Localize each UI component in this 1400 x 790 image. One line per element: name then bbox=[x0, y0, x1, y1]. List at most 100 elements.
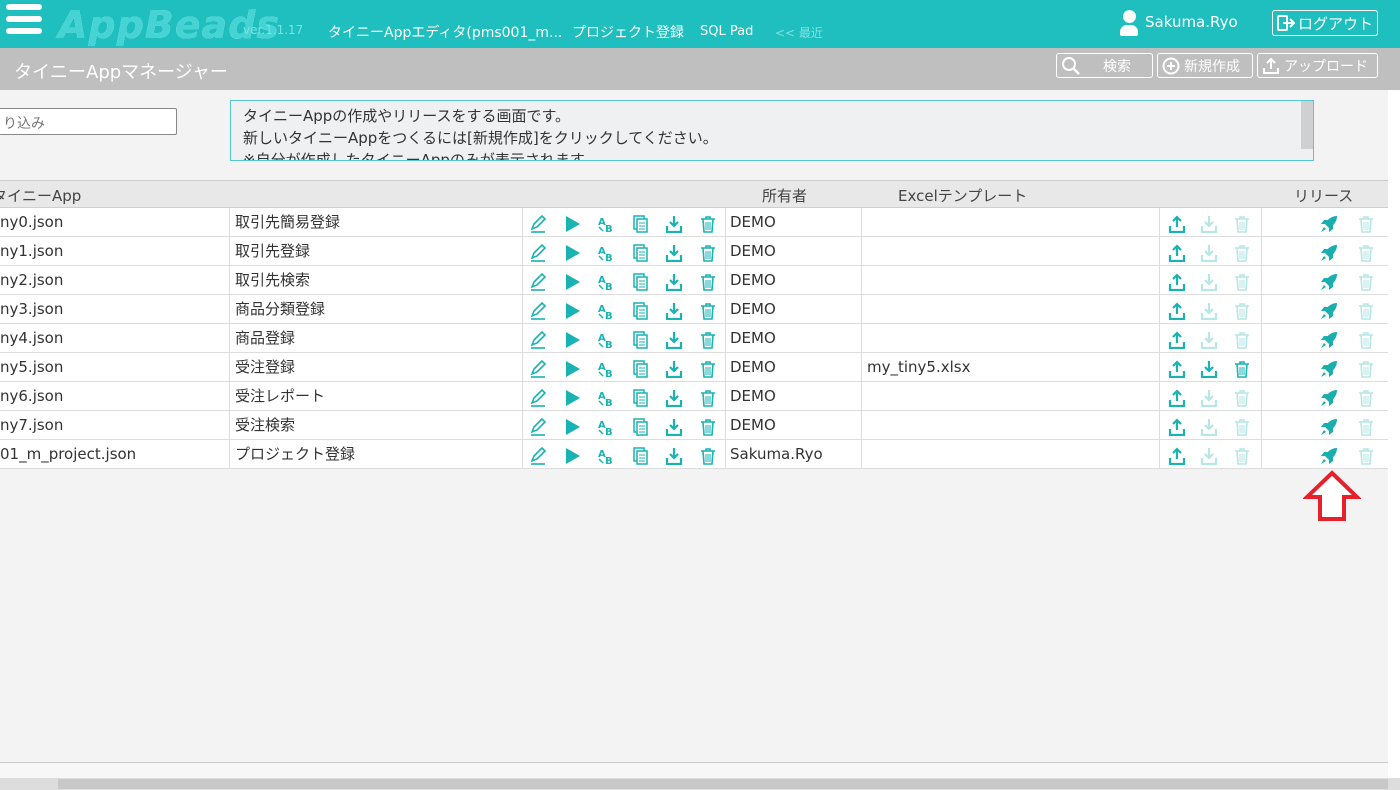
translate-icon[interactable]: AB bbox=[598, 272, 616, 293]
edit-icon[interactable] bbox=[529, 243, 547, 262]
header-owner[interactable]: 所有者 bbox=[762, 185, 807, 206]
table-row[interactable]: ny5.json 受注登録 AB DEMO my_tiny5.xlsx bbox=[0, 353, 1388, 382]
translate-icon[interactable]: AB bbox=[598, 446, 616, 467]
template-upload-icon[interactable] bbox=[1168, 301, 1186, 321]
trash-icon[interactable] bbox=[699, 417, 717, 436]
app-name[interactable]: 取引先検索 bbox=[230, 266, 523, 295]
copy-icon[interactable] bbox=[631, 359, 649, 378]
translate-icon[interactable]: AB bbox=[598, 417, 616, 438]
app-name[interactable]: 受注登録 bbox=[230, 353, 523, 382]
run-icon[interactable] bbox=[563, 446, 581, 464]
release-rocket-icon[interactable] bbox=[1320, 417, 1338, 435]
run-icon[interactable] bbox=[563, 388, 581, 406]
copy-icon[interactable] bbox=[631, 388, 649, 407]
trash-icon[interactable] bbox=[699, 388, 717, 407]
translate-icon[interactable]: AB bbox=[598, 330, 616, 351]
edit-icon[interactable] bbox=[529, 301, 547, 320]
translate-icon[interactable]: AB bbox=[598, 243, 616, 264]
app-name[interactable]: 商品登録 bbox=[230, 324, 523, 353]
nav-tab-tiny-editor[interactable]: タイニーAppエディタ(pms001_m... bbox=[328, 22, 562, 42]
translate-icon[interactable]: AB bbox=[598, 388, 616, 409]
edit-icon[interactable] bbox=[529, 417, 547, 436]
trash-icon[interactable] bbox=[699, 359, 717, 378]
file-name[interactable]: 01_m_project.json bbox=[0, 440, 230, 469]
download-icon[interactable] bbox=[665, 243, 683, 263]
logout-button[interactable]: ログアウト bbox=[1272, 10, 1378, 36]
template-download-icon[interactable] bbox=[1200, 359, 1218, 379]
table-row[interactable]: ny7.json 受注検索 AB DEMO bbox=[0, 411, 1388, 440]
trash-icon[interactable] bbox=[699, 446, 717, 465]
template-upload-icon[interactable] bbox=[1168, 330, 1186, 350]
template-upload-icon[interactable] bbox=[1168, 388, 1186, 408]
edit-icon[interactable] bbox=[529, 330, 547, 349]
release-rocket-icon[interactable] bbox=[1320, 214, 1338, 232]
header-release[interactable]: リリース bbox=[1294, 185, 1353, 206]
template-upload-icon[interactable] bbox=[1168, 243, 1186, 263]
nav-tab-project-register[interactable]: プロジェクト登録 bbox=[572, 22, 684, 42]
file-name[interactable]: ny2.json bbox=[0, 266, 230, 295]
download-icon[interactable] bbox=[665, 301, 683, 321]
table-row[interactable]: ny6.json 受注レポート AB DEMO bbox=[0, 382, 1388, 411]
file-name[interactable]: ny0.json bbox=[0, 208, 230, 237]
copy-icon[interactable] bbox=[631, 330, 649, 349]
trash-icon[interactable] bbox=[699, 243, 717, 262]
app-name[interactable]: 商品分類登録 bbox=[230, 295, 523, 324]
translate-icon[interactable]: AB bbox=[598, 214, 616, 235]
download-icon[interactable] bbox=[665, 272, 683, 292]
edit-icon[interactable] bbox=[529, 214, 547, 233]
scroll-thumb[interactable] bbox=[58, 779, 1388, 789]
run-icon[interactable] bbox=[563, 243, 581, 261]
file-name[interactable]: ny3.json bbox=[0, 295, 230, 324]
edit-icon[interactable] bbox=[529, 272, 547, 291]
copy-icon[interactable] bbox=[631, 243, 649, 262]
run-icon[interactable] bbox=[563, 301, 581, 319]
app-name[interactable]: 取引先登録 bbox=[230, 237, 523, 266]
file-name[interactable]: ny4.json bbox=[0, 324, 230, 353]
search-button[interactable]: 検索 bbox=[1056, 53, 1153, 78]
release-rocket-icon[interactable] bbox=[1320, 301, 1338, 319]
download-icon[interactable] bbox=[665, 388, 683, 408]
edit-icon[interactable] bbox=[529, 446, 547, 465]
file-name[interactable]: ny7.json bbox=[0, 411, 230, 440]
menu-icon[interactable] bbox=[6, 4, 42, 40]
download-icon[interactable] bbox=[665, 359, 683, 379]
table-row[interactable]: 01_m_project.json プロジェクト登録 AB Sakuma.Ryo bbox=[0, 440, 1388, 469]
vertical-scrollbar[interactable] bbox=[1388, 90, 1400, 778]
release-rocket-icon[interactable] bbox=[1320, 359, 1338, 377]
app-name[interactable]: 受注レポート bbox=[230, 382, 523, 411]
username[interactable]: Sakuma.Ryo bbox=[1145, 13, 1238, 31]
release-rocket-icon[interactable] bbox=[1320, 243, 1338, 261]
download-icon[interactable] bbox=[665, 446, 683, 466]
template-upload-icon[interactable] bbox=[1168, 359, 1186, 379]
filter-input[interactable] bbox=[0, 108, 177, 135]
run-icon[interactable] bbox=[563, 330, 581, 348]
translate-icon[interactable]: AB bbox=[598, 359, 616, 380]
run-icon[interactable] bbox=[563, 417, 581, 435]
download-icon[interactable] bbox=[665, 214, 683, 234]
upload-button[interactable]: アップロード bbox=[1257, 53, 1378, 78]
edit-icon[interactable] bbox=[529, 359, 547, 378]
trash-icon[interactable] bbox=[699, 301, 717, 320]
header-tiny-app[interactable]: タイニーApp bbox=[0, 185, 81, 206]
download-icon[interactable] bbox=[665, 330, 683, 350]
trash-icon[interactable] bbox=[699, 214, 717, 233]
run-icon[interactable] bbox=[563, 359, 581, 377]
nav-tab-sql-pad[interactable]: SQL Pad bbox=[700, 24, 753, 39]
horizontal-scrollbar[interactable] bbox=[0, 778, 1400, 790]
file-name[interactable]: ny1.json bbox=[0, 237, 230, 266]
table-row[interactable]: ny0.json 取引先簡易登録 AB DEMO bbox=[0, 208, 1388, 237]
table-row[interactable]: ny3.json 商品分類登録 AB DEMO bbox=[0, 295, 1388, 324]
template-upload-icon[interactable] bbox=[1168, 417, 1186, 437]
release-rocket-icon[interactable] bbox=[1320, 388, 1338, 406]
release-rocket-icon[interactable] bbox=[1320, 272, 1338, 290]
copy-icon[interactable] bbox=[631, 417, 649, 436]
template-trash-icon[interactable] bbox=[1233, 359, 1251, 378]
table-row[interactable]: ny2.json 取引先検索 AB DEMO bbox=[0, 266, 1388, 295]
release-rocket-icon[interactable] bbox=[1320, 330, 1338, 348]
translate-icon[interactable]: AB bbox=[598, 301, 616, 322]
release-rocket-icon[interactable] bbox=[1320, 446, 1338, 464]
app-name[interactable]: 取引先簡易登録 bbox=[230, 208, 523, 237]
recent-link[interactable]: << 最近 bbox=[775, 24, 823, 41]
template-upload-icon[interactable] bbox=[1168, 446, 1186, 466]
file-name[interactable]: ny6.json bbox=[0, 382, 230, 411]
